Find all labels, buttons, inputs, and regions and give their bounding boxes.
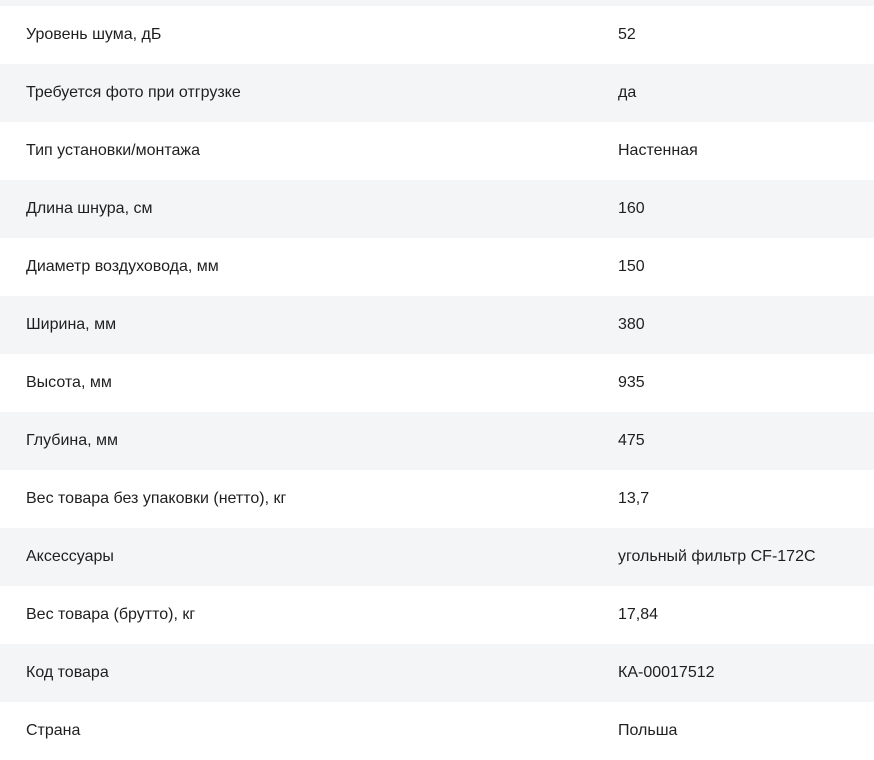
spec-label: Ширина, мм	[26, 316, 117, 333]
spec-row-product-code: Код товара КА-00017512	[0, 644, 874, 702]
spec-label: Глубина, мм	[26, 432, 119, 449]
spec-value: Настенная	[618, 142, 698, 159]
spec-row-cord-length: Длина шнура, см 160	[0, 180, 874, 238]
spec-value: КА-00017512	[618, 664, 715, 681]
spec-row-gross-weight: Вес товара (брутто), кг 17,84	[0, 586, 874, 644]
spec-value: 17,84	[618, 606, 659, 623]
spec-value: 150	[618, 258, 645, 275]
spec-label: Аксессуары	[26, 548, 114, 565]
spec-label: Тип установки/монтажа	[26, 142, 200, 159]
spec-label: Длина шнура, см	[26, 200, 153, 217]
spec-label: Требуется фото при отгрузке	[26, 84, 241, 101]
spec-row-accessories: Аксессуары угольный фильтр CF-172C	[0, 528, 874, 586]
spec-value: 935	[618, 374, 645, 391]
spec-label: Высота, мм	[26, 374, 112, 391]
spec-row-noise: Уровень шума, дБ 52	[0, 6, 874, 64]
spec-row-duct-diameter: Диаметр воздуховода, мм 150	[0, 238, 874, 296]
spec-label: Вес товара без упаковки (нетто), кг	[26, 490, 287, 507]
spec-row-mount-type: Тип установки/монтажа Настенная	[0, 122, 874, 180]
spec-value: да	[618, 84, 637, 101]
spec-label: Страна	[26, 722, 81, 739]
spec-row-width: Ширина, мм 380	[0, 296, 874, 354]
spec-value: 160	[618, 200, 645, 217]
spec-label: Вес товара (брутто), кг	[26, 606, 196, 623]
spec-value: 52	[618, 26, 636, 43]
spec-value: 475	[618, 432, 645, 449]
spec-row-net-weight: Вес товара без упаковки (нетто), кг 13,7	[0, 470, 874, 528]
spec-label: Код товара	[26, 664, 109, 681]
spec-row-photo-required: Требуется фото при отгрузке да	[0, 64, 874, 122]
spec-value: 13,7	[618, 490, 650, 507]
spec-value: угольный фильтр CF-172C	[618, 548, 816, 565]
spec-value: Польша	[618, 722, 678, 739]
spec-row-country: Страна Польша	[0, 702, 874, 760]
spec-row-height: Высота, мм 935	[0, 354, 874, 412]
spec-value: 380	[618, 316, 645, 333]
spec-label: Диаметр воздуховода, мм	[26, 258, 219, 275]
spec-row-depth: Глубина, мм 475	[0, 412, 874, 470]
specifications-table: Уровень шума, дБ 52 Требуется фото при о…	[0, 0, 874, 760]
spec-label: Уровень шума, дБ	[26, 26, 162, 43]
